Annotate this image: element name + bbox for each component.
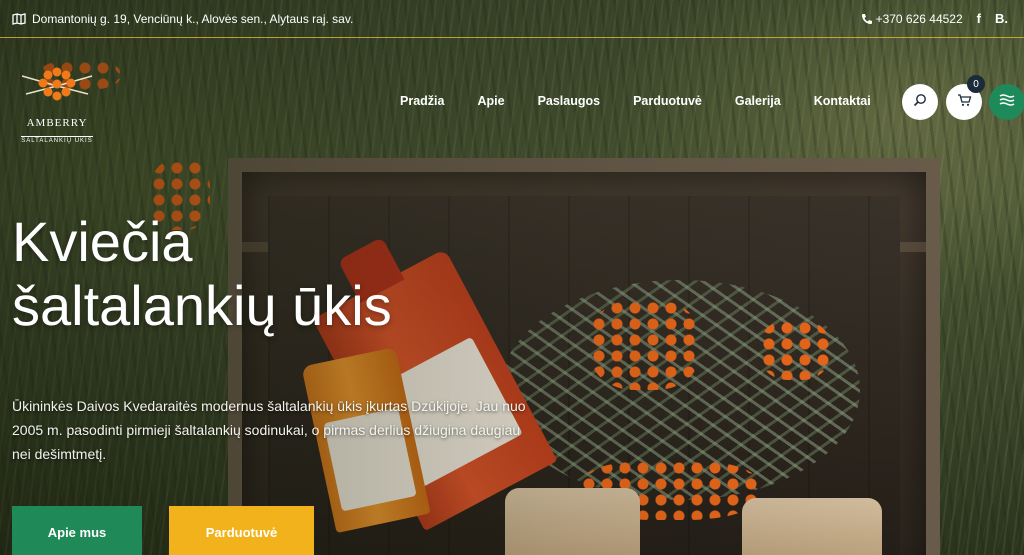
- booking-icon[interactable]: B.: [995, 11, 1008, 26]
- hero-title-line1: Kviečia: [12, 210, 193, 273]
- menu-button[interactable]: [989, 84, 1024, 120]
- map-icon: [12, 12, 26, 25]
- address-text: Domantonių g. 19, Venciūnų k., Alovės se…: [32, 11, 354, 26]
- facebook-icon[interactable]: f: [977, 11, 981, 26]
- hero-title: Kviečia šaltalankių ūkis: [12, 210, 612, 338]
- search-icon: [913, 93, 927, 112]
- site-logo[interactable]: AMBERRY ŠALTALANKIŲ ŪKIS: [12, 62, 102, 144]
- menu-icon: [999, 93, 1015, 111]
- about-button[interactable]: Apie mus: [12, 506, 142, 555]
- nav-item-kontaktai[interactable]: Kontaktai: [814, 94, 871, 108]
- phone-icon: [861, 13, 873, 25]
- search-button[interactable]: [902, 84, 938, 120]
- nav-item-paslaugos[interactable]: Paslaugos: [538, 94, 601, 108]
- cart-count-badge: 0: [967, 75, 985, 93]
- top-bar: Domantonių g. 19, Venciūnų k., Alovės se…: [0, 0, 1024, 38]
- main-nav: Pradžia Apie Paslaugos Parduotuvė Galeri…: [400, 94, 871, 108]
- phone-link[interactable]: +370 626 44522: [861, 12, 963, 26]
- hero-title-line2: šaltalankių ūkis: [12, 274, 392, 337]
- logo-berries-icon: [21, 67, 93, 101]
- logo-subtitle: ŠALTALANKIŲ ŪKIS: [21, 136, 93, 144]
- cart-button[interactable]: 0: [946, 75, 985, 120]
- logo-name: AMBERRY: [26, 117, 88, 129]
- nav-item-pradzia[interactable]: Pradžia: [400, 94, 444, 108]
- nav-item-parduotuve[interactable]: Parduotuvė: [633, 94, 702, 108]
- nav-item-galerija[interactable]: Galerija: [735, 94, 781, 108]
- shop-button[interactable]: Parduotuvė: [169, 506, 314, 555]
- hero-description: Ūkininkės Daivos Kvedaraitės modernus ša…: [12, 398, 526, 462]
- phone-number: +370 626 44522: [875, 11, 963, 26]
- nav-item-apie[interactable]: Apie: [477, 94, 504, 108]
- cart-icon: [957, 93, 972, 112]
